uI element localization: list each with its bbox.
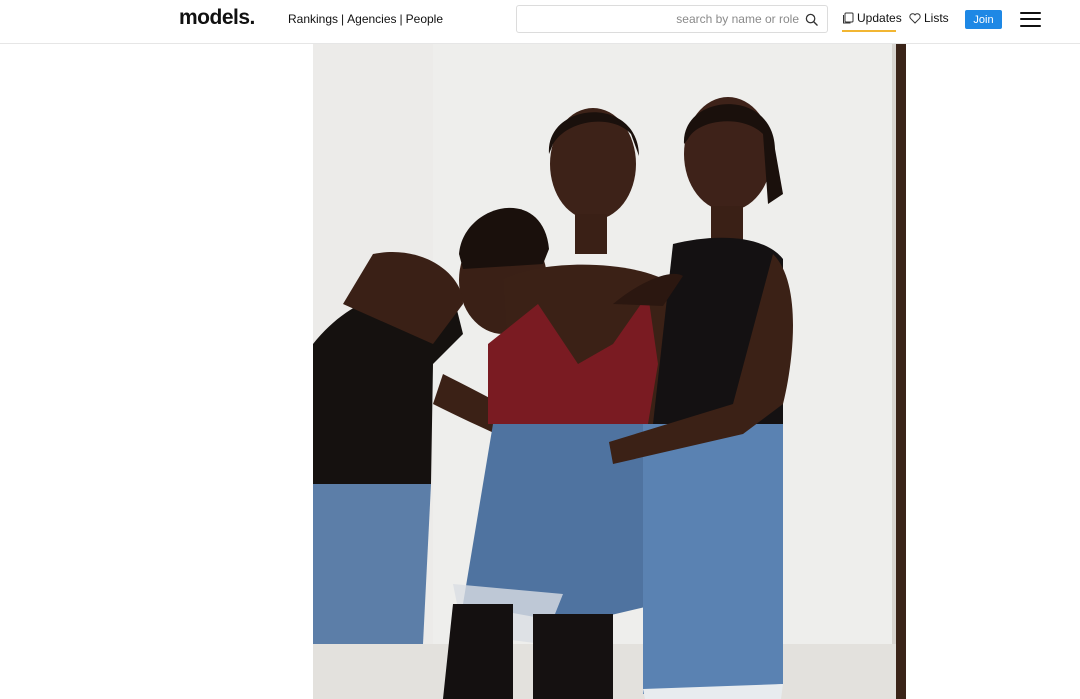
nav-separator: | [399, 12, 403, 26]
search-icon[interactable] [805, 13, 818, 26]
top-header: models. Rankings|Agencies|People Updates… [0, 0, 1080, 44]
search-box [516, 5, 828, 33]
nav-separator: | [341, 12, 345, 26]
feature-photo [313, 44, 906, 699]
join-button[interactable]: Join [965, 10, 1002, 29]
heart-outline-icon [909, 13, 921, 24]
hamburger-menu-icon[interactable] [1020, 11, 1041, 28]
nav-link-agencies[interactable]: Agencies [347, 12, 396, 26]
search-input[interactable] [523, 8, 803, 30]
updates-active-underline [842, 30, 896, 32]
lists-label: Lists [924, 11, 949, 25]
nav-link-people[interactable]: People [406, 12, 443, 26]
site-logo[interactable]: models. [179, 6, 255, 30]
nav-link-rankings[interactable]: Rankings [288, 12, 338, 26]
copy-stack-icon [843, 12, 854, 24]
models-group-image [313, 44, 906, 699]
main-nav: Rankings | Agencies | People [288, 12, 443, 26]
lists-link[interactable]: Lists [909, 11, 949, 25]
updates-link[interactable]: Updates [842, 11, 902, 32]
updates-label: Updates [857, 11, 902, 25]
